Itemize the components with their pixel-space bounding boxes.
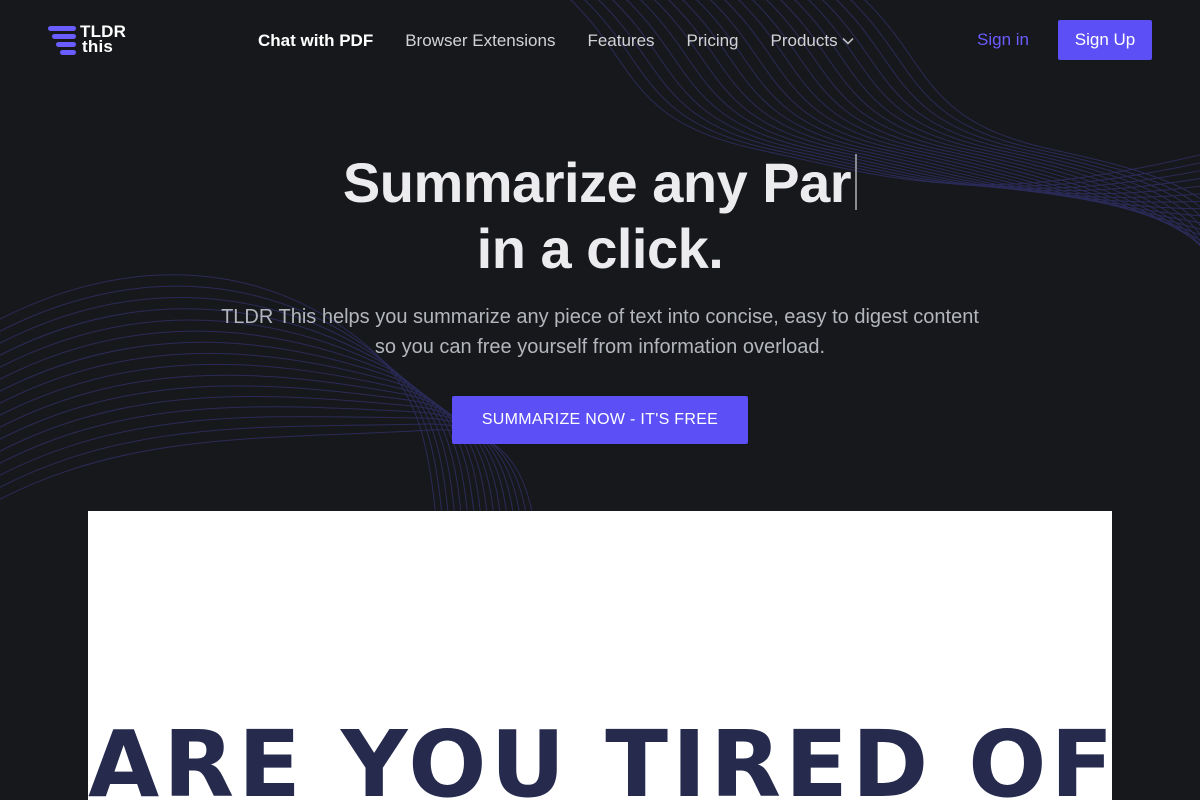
hero-title: Summarize any Par in a click. [0,150,1200,282]
video-headline: ARE YOU TIRED OF [88,711,1112,800]
hero-title-line1: Summarize any Par [342,151,852,214]
main-nav: Chat with PDF Browser Extensions Feature… [258,30,886,52]
hero-section: Summarize any Par in a click. TLDR This … [0,150,1200,444]
nav-products[interactable]: Products [771,31,854,51]
hero-title-line2: in a click. [476,217,724,280]
chevron-down-icon [842,37,854,45]
summarize-now-button[interactable]: SUMMARIZE NOW - IT'S FREE [452,396,748,444]
logo-line2: this [82,37,114,56]
tldr-this-logo[interactable]: TLDR this [48,23,138,58]
hero-subtitle: TLDR This helps you summarize any piece … [221,306,979,358]
site-header: TLDR this Chat with PDF Browser Extensio… [0,0,1200,80]
nav-features[interactable]: Features [587,31,654,51]
nav-products-label: Products [770,31,838,50]
logo-wordmark: TLDR this [80,23,138,56]
stacked-bars-logo-icon [48,26,76,55]
typing-caret [855,154,858,210]
sign-in-link[interactable]: Sign in [977,30,1029,50]
sign-up-button[interactable]: Sign Up [1058,20,1152,60]
page: TLDR this Chat with PDF Browser Extensio… [0,0,1200,800]
intro-video-panel[interactable]: ARE YOU TIRED OF [88,511,1112,800]
nav-chat-with-pdf[interactable]: Chat with PDF [258,31,373,51]
nav-pricing[interactable]: Pricing [687,31,739,51]
nav-browser-extensions[interactable]: Browser Extensions [405,31,555,51]
